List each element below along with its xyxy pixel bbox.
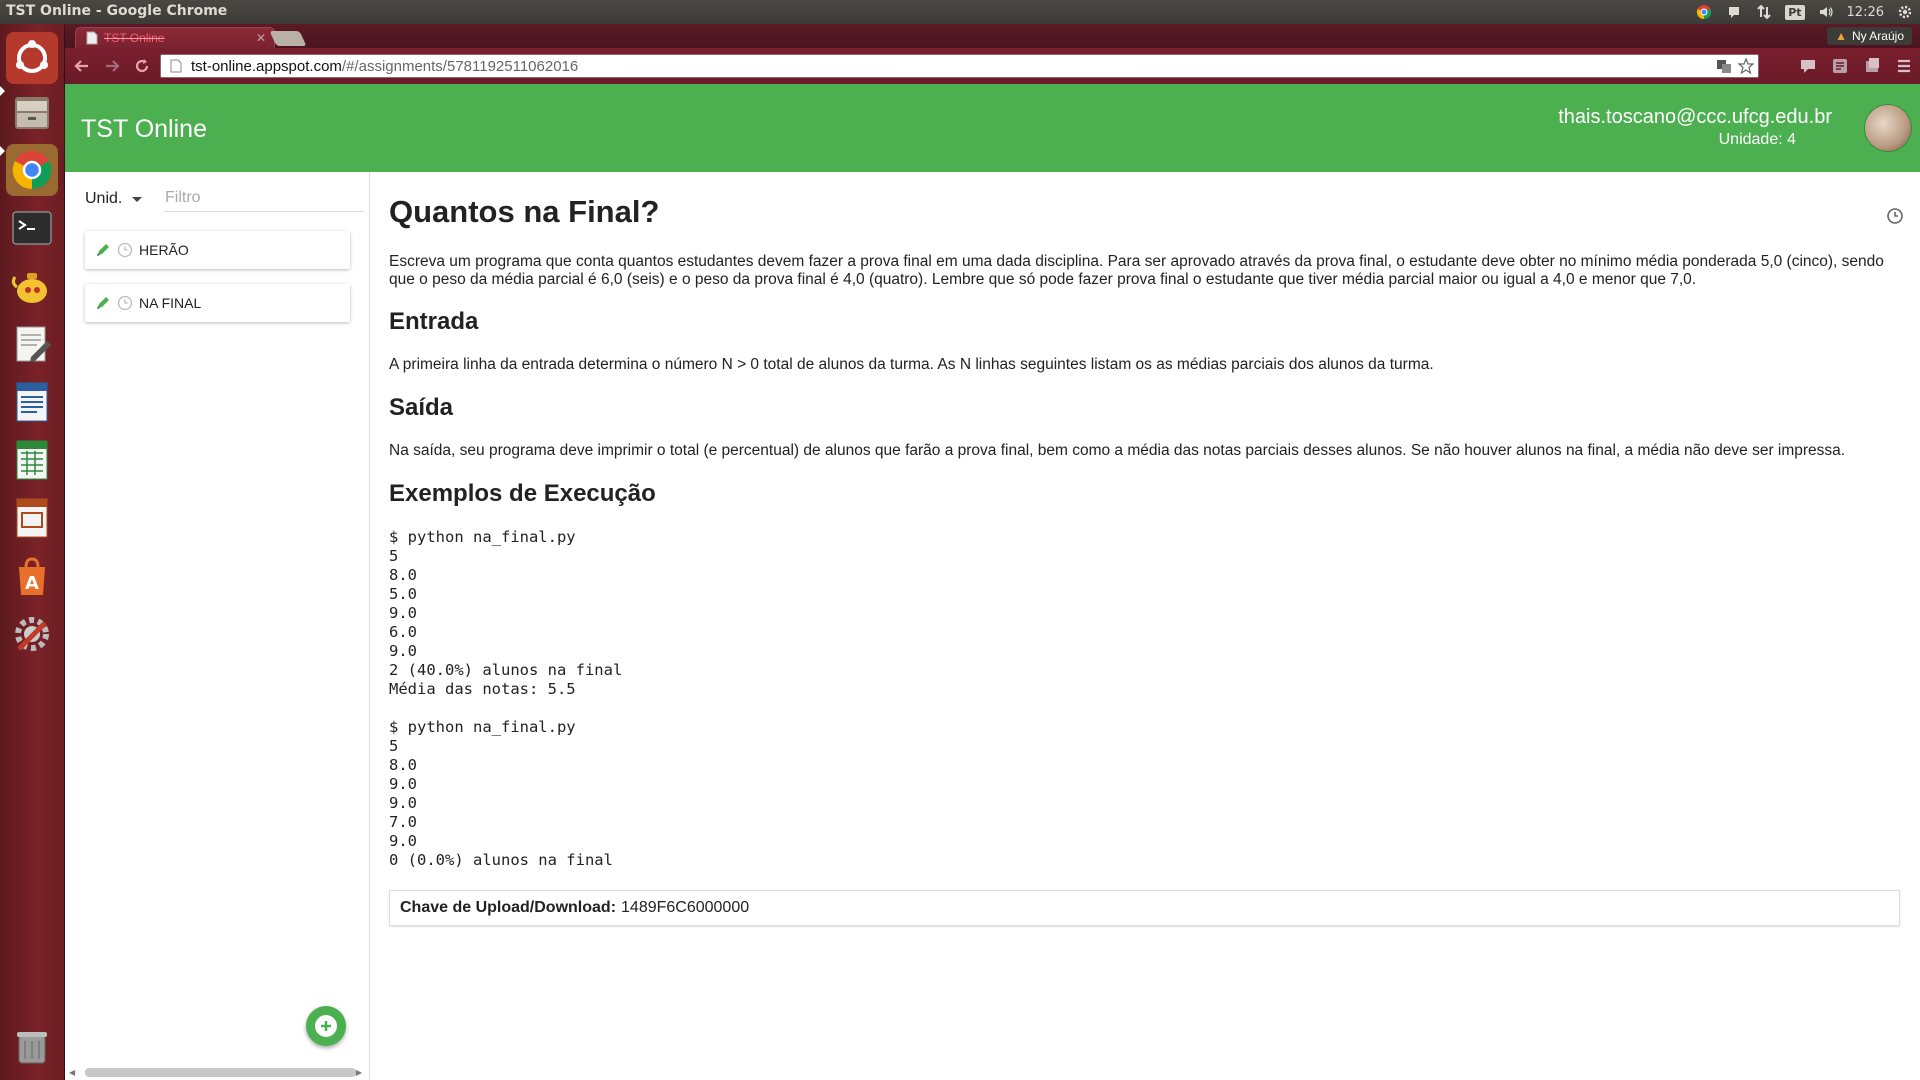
reload-icon [135,59,149,73]
system-top-panel: TST Online - Google Chrome Pt 12:26 [0,0,1920,24]
teapot-app-icon[interactable] [6,260,58,312]
browser-tab-title: TST Online [104,31,165,45]
pencil-icon [97,297,109,309]
examples-heading: Exemplos de Execução [389,480,656,507]
browser-profile-badge[interactable]: ▲ Ny Araújo [1827,27,1912,45]
keyboard-language-indicator[interactable]: Pt [1785,4,1805,20]
address-bar[interactable]: tst-online.appspot.com /#/assignments/57… [160,54,1759,78]
new-tab-button[interactable] [269,31,307,46]
warning-icon: ▲ [1835,29,1847,43]
window-title: TST Online - Google Chrome [6,3,228,19]
terminal-icon[interactable] [6,202,58,254]
page-favicon-icon [86,31,98,45]
upload-key-value[interactable]: 1489F6C6000000 [621,899,749,917]
input-heading: Entrada [389,308,479,335]
trash-icon[interactable] [6,1020,58,1072]
chat-icon[interactable] [1725,3,1743,21]
unity-launcher: A [0,24,65,1080]
browser-toolbar: tst-online.appspot.com /#/assignments/57… [65,48,1920,84]
plus-icon [321,1021,331,1031]
settings-gear-icon[interactable] [1896,3,1914,21]
example-run-1: $ python na_final.py 5 8.0 5.0 9.0 6.0 9… [389,528,623,698]
svg-text:A: A [25,573,39,594]
page-icon [170,59,182,73]
user-email: thais.toscano@ccc.ufcg.edu.br [1558,106,1832,128]
dash-home-icon[interactable] [6,32,58,84]
libreoffice-writer-icon[interactable] [6,376,58,428]
assignment-title: Quantos na Final? [389,194,660,229]
pencil-icon [97,244,109,256]
assignment-detail: Quantos na Final? Escreva um programa qu… [389,172,1904,1080]
upload-key-label: Chave de Upload/Download: [400,899,617,916]
text-editor-icon[interactable] [6,318,58,370]
assignments-sidebar: Unid. HERÃO NA FINAL ◀ ▶ [65,172,370,1080]
launcher-running-indicator [0,86,5,96]
reload-button[interactable] [129,53,155,79]
forward-arrow-icon [106,60,120,72]
browser-tab-strip: TST Online ✕ ▲ Ny Araújo [65,24,1920,48]
filter-input[interactable] [163,184,365,212]
output-heading: Saída [389,394,454,421]
example-run-2: $ python na_final.py 5 8.0 9.0 9.0 7.0 9… [389,718,613,869]
browser-profile-name: Ny Araújo [1851,29,1904,43]
history-clock-icon[interactable] [1886,207,1904,225]
browser-tab-active[interactable]: TST Online ✕ [75,27,275,48]
extension-icon[interactable] [1830,56,1850,76]
unit-select[interactable]: Unid. [85,186,153,212]
bookmark-star-icon[interactable] [1738,58,1754,74]
back-arrow-icon [74,60,88,72]
volume-icon[interactable] [1817,3,1835,21]
input-description: A primeira linha da entrada determina o … [389,356,1434,373]
translate-icon[interactable] [1716,58,1732,74]
libreoffice-calc-icon[interactable] [6,434,58,486]
url-path: /#/assignments/5781192511062016 [341,57,579,75]
assignment-description: Escreva um programa que conta quantos es… [389,253,1884,288]
assignment-item-na-final[interactable]: NA FINAL [85,284,350,322]
output-description: Na saída, seu programa deve imprimir o t… [389,442,1846,459]
user-avatar[interactable] [1864,104,1912,152]
system-settings-icon[interactable] [6,608,58,660]
system-clock[interactable]: 12:26 [1847,5,1884,20]
upload-key-box: Chave de Upload/Download: 1489F6C6000000 [389,890,1900,926]
extension-icons [1798,56,1914,76]
chrome-tray-icon[interactable] [1695,3,1713,21]
back-button[interactable] [69,53,95,79]
launcher-running-indicator [0,146,5,156]
clock-icon [117,242,133,258]
sidebar-horizontal-scrollbar[interactable]: ◀ ▶ [69,1066,362,1078]
assignment-item-herao[interactable]: HERÃO [85,231,350,269]
url-host: tst-online.appspot.com [191,57,342,75]
scrollbar-thumb[interactable] [85,1067,356,1077]
user-unit: Unidade: 4 [1718,131,1796,148]
files-icon[interactable] [6,86,58,138]
network-icon[interactable] [1755,3,1773,21]
scroll-left-icon[interactable]: ◀ [69,1068,75,1077]
chrome-launcher-icon[interactable] [6,144,58,196]
unit-select-value: Unid. [85,190,123,207]
chrome-menu-icon[interactable] [1894,56,1914,76]
tab-close-icon[interactable]: ✕ [256,31,266,45]
app-header: TST Online thais.toscano@ccc.ufcg.edu.br… [65,84,1920,172]
chat-extension-icon[interactable] [1798,56,1818,76]
system-tray: Pt 12:26 [1695,0,1914,24]
forward-button[interactable] [99,53,125,79]
extension-icon[interactable] [1862,56,1882,76]
scroll-right-icon[interactable]: ▶ [356,1068,362,1077]
assignment-item-label: NA FINAL [139,295,202,311]
dropdown-caret-icon [132,196,143,202]
assignment-item-label: HERÃO [139,242,189,258]
clock-icon [117,295,133,311]
app-title[interactable]: TST Online [81,115,207,144]
add-assignment-button[interactable] [306,1006,346,1046]
software-center-icon[interactable]: A [6,550,58,602]
libreoffice-impress-icon[interactable] [6,492,58,544]
